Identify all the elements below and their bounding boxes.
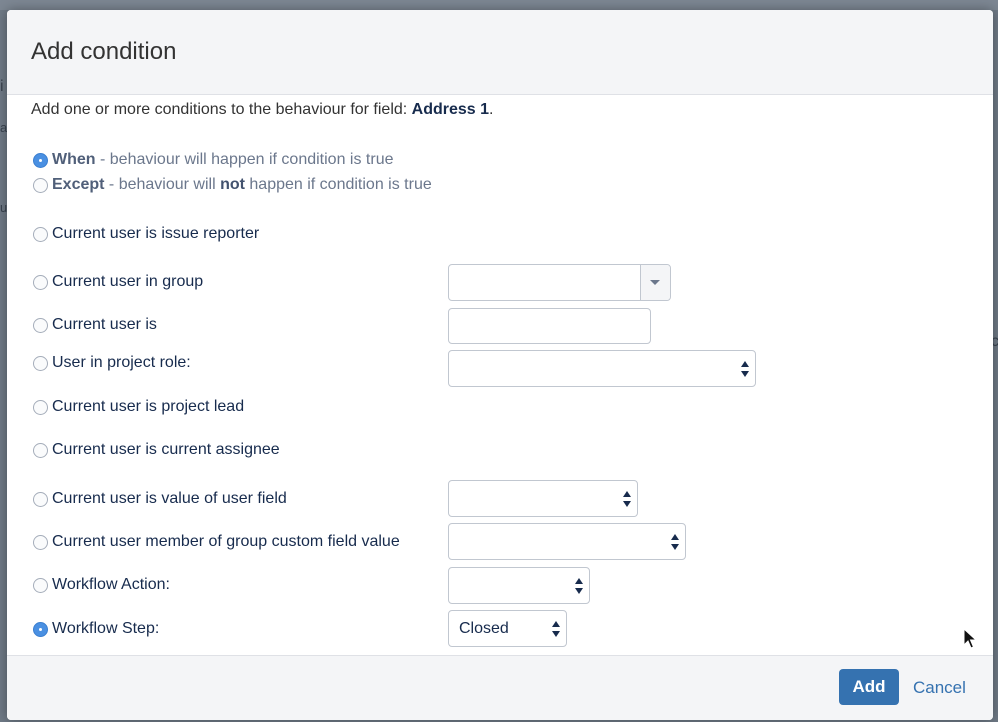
field-name: Address 1 [411, 101, 490, 118]
radio-except[interactable] [33, 177, 48, 193]
user-field-select[interactable] [448, 480, 638, 517]
radio-workflow-action[interactable] [33, 577, 48, 593]
mode-when-label: When - behaviour will happen if conditio… [52, 151, 394, 169]
add-condition-dialog: Add condition Add one or more conditions… [7, 10, 993, 720]
condition-label: Workflow Step: [52, 620, 160, 637]
condition-label: Current user member of group custom fiel… [52, 533, 400, 550]
cancel-link[interactable]: Cancel [913, 678, 966, 698]
mode-except-label: Except - behaviour will not happen if co… [52, 176, 432, 194]
mode-when-text: - behaviour will happen if condition is … [95, 151, 394, 168]
workflow-step-select[interactable]: Closed [448, 610, 567, 647]
workflow-action-select[interactable] [448, 567, 590, 604]
condition-workflow-action[interactable]: Workflow Action: [33, 576, 170, 594]
radio-group-custom-field[interactable] [33, 534, 48, 550]
select-stepper-icon [575, 578, 583, 594]
user-picker-input[interactable] [448, 308, 651, 344]
condition-label: Current user is project lead [52, 398, 245, 415]
mode-except-emphasis: not [220, 176, 245, 193]
radio-user-field[interactable] [33, 491, 48, 507]
condition-workflow-step[interactable]: Workflow Step: [33, 620, 159, 638]
chevron-down-icon [650, 280, 660, 285]
condition-group-custom-field[interactable]: Current user member of group custom fiel… [33, 533, 400, 551]
mode-when-option[interactable]: When - behaviour will happen if conditio… [33, 151, 394, 169]
radio-in-group[interactable] [33, 274, 48, 290]
condition-in-group[interactable]: Current user in group [33, 273, 203, 291]
select-stepper-icon [671, 534, 679, 550]
background-strip [0, 0, 998, 10]
radio-current-assignee[interactable] [33, 442, 48, 458]
add-button[interactable]: Add [839, 669, 899, 705]
select-stepper-icon [552, 621, 560, 637]
mode-except-text-before: - behaviour will [104, 176, 221, 193]
condition-current-assignee[interactable]: Current user is current assignee [33, 441, 280, 459]
background-glyph: i [0, 78, 4, 95]
condition-label: Current user is value of user field [52, 490, 287, 507]
dialog-intro: Add one or more conditions to the behavi… [31, 101, 494, 119]
condition-label: User in project role: [52, 354, 191, 371]
intro-text: Add one or more conditions to the behavi… [31, 101, 412, 118]
dialog-footer: Add Cancel [7, 655, 993, 720]
condition-project-role[interactable]: User in project role: [33, 354, 191, 372]
project-role-select[interactable] [448, 350, 756, 387]
dialog-header: Add condition [7, 10, 993, 95]
radio-issue-reporter[interactable] [33, 226, 48, 242]
mode-except-text-after: happen if condition is true [244, 176, 432, 193]
dialog-title: Add condition [31, 38, 177, 65]
condition-user-is[interactable]: Current user is [33, 316, 157, 334]
radio-workflow-step[interactable] [33, 621, 48, 637]
select-stepper-icon [741, 361, 749, 377]
workflow-step-value: Closed [459, 620, 509, 637]
radio-user-is[interactable] [33, 317, 48, 333]
mouse-cursor-icon [963, 628, 977, 649]
condition-label: Current user is [52, 316, 157, 333]
mode-when-bold: When [52, 151, 96, 168]
radio-when[interactable] [33, 152, 48, 168]
condition-label: Workflow Action: [52, 576, 170, 593]
mode-except-option[interactable]: Except - behaviour will not happen if co… [33, 176, 432, 194]
group-picker-input[interactable] [448, 264, 671, 301]
condition-label: Current user in group [52, 273, 204, 290]
group-picker-dropdown-button[interactable] [640, 265, 670, 300]
condition-issue-reporter[interactable]: Current user is issue reporter [33, 225, 259, 243]
mode-except-bold: Except [52, 176, 105, 193]
condition-user-field[interactable]: Current user is value of user field [33, 490, 287, 508]
radio-project-lead[interactable] [33, 399, 48, 415]
group-custom-field-select[interactable] [448, 523, 686, 560]
condition-project-lead[interactable]: Current user is project lead [33, 398, 244, 416]
condition-label: Current user is current assignee [52, 441, 280, 458]
intro-suffix: . [489, 101, 494, 118]
radio-project-role[interactable] [33, 355, 48, 371]
condition-label: Current user is issue reporter [52, 225, 260, 242]
select-stepper-icon [623, 491, 631, 507]
